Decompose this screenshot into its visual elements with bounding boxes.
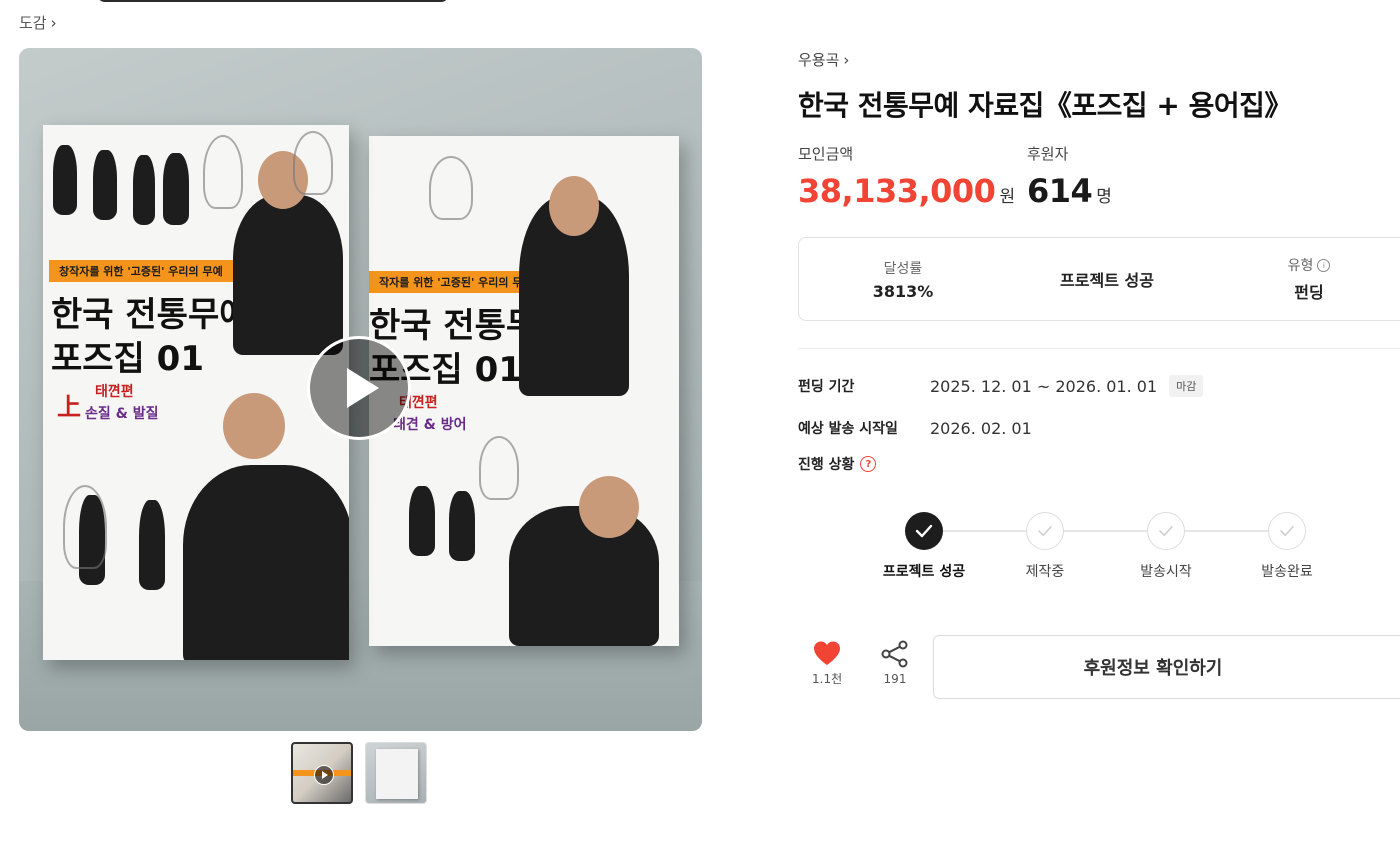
check-icon — [1280, 525, 1294, 537]
cover-title-line2: 포즈집 01 — [51, 339, 204, 379]
backers-label: 후원자 — [1027, 145, 1069, 163]
play-icon — [347, 368, 379, 408]
progress-track — [924, 530, 1286, 532]
book-spine — [369, 136, 679, 646]
chevron-right-icon: › — [843, 50, 850, 69]
product-media: 작자를 위한 '고증된' 우리의 무예 한국 전통무예 포즈집 01 태껸편 태… — [19, 48, 702, 731]
cover-photo-head — [223, 393, 285, 459]
rate-value: 3813% — [872, 281, 934, 301]
section-divider — [798, 348, 1400, 349]
chevron-right-icon: › — [50, 13, 57, 32]
type-label-row: 유형 i — [1288, 255, 1331, 275]
cover-photo-figure — [183, 465, 349, 660]
shipping-date-value: 2026. 02. 01 — [930, 418, 1032, 438]
play-icon — [314, 765, 334, 785]
funding-period-row: 펀딩 기간 2025. 12. 01 ~ 2026. 01. 01 마감 — [798, 375, 1204, 397]
cover-sketch — [63, 485, 107, 569]
project-status: 프로젝트 성공 — [1037, 238, 1177, 320]
creator-link[interactable]: 우용곡 › — [798, 49, 849, 70]
cover-photo-figure — [93, 150, 117, 220]
share-count: 191 — [883, 672, 907, 686]
progress-status-label: 진행 상황 — [798, 457, 855, 473]
backers-unit: 명 — [1096, 187, 1112, 207]
info-icon[interactable]: i — [1317, 258, 1331, 272]
thumbnail-cover — [376, 749, 418, 799]
check-icon — [915, 524, 933, 538]
cover-volume-sub2: 손질 & 발질 — [85, 406, 159, 422]
backers-value: 614 — [1027, 172, 1093, 210]
thumbnail-image[interactable] — [365, 742, 427, 804]
media-thumbnails — [291, 742, 427, 804]
share-button[interactable]: 191 — [880, 640, 910, 686]
video-play-button[interactable] — [307, 336, 411, 440]
cover-sketch — [293, 131, 333, 195]
rate-label: 달성률 — [883, 260, 923, 277]
like-count: 1.1천 — [812, 672, 843, 686]
cover-photo-figure — [133, 155, 155, 225]
step-label: 발송시작 — [1140, 564, 1192, 580]
cover-photo-figure — [163, 153, 189, 225]
cover-title: 한국 전통무예 포즈집 01 — [51, 293, 251, 381]
shipping-date-row: 예상 발송 시작일 2026. 02. 01 — [798, 418, 1032, 438]
step-shipping-started — [1147, 512, 1185, 550]
shipping-date-label: 예상 발송 시작일 — [798, 421, 898, 437]
closed-badge: 마감 — [1169, 375, 1204, 397]
creator-name[interactable]: 우용곡 — [798, 49, 839, 70]
backers-stat: 614 명 — [1027, 172, 1112, 210]
cover-photo-figure — [233, 195, 343, 355]
amount-label: 모인금액 — [798, 145, 854, 163]
step-label: 프로젝트 성공 — [882, 564, 966, 580]
top-overlay-bar — [97, 0, 449, 2]
cover-sketch — [203, 135, 243, 209]
type-label: 유형 — [1287, 258, 1314, 274]
funding-period-value: 2025. 12. 01 ~ 2026. 01. 01 — [930, 376, 1158, 396]
funding-period-label: 펀딩 기간 — [798, 379, 855, 395]
cover-photo-figure — [139, 500, 165, 590]
book-cover-front: 창작자를 위한 '고증된' 우리의 무예 한국 전통무예 포즈집 01 上 태껸… — [43, 125, 349, 660]
step-project-success — [905, 512, 943, 550]
cover-title-line1: 한국 전통무예 — [51, 295, 251, 335]
summary-box: 달성률 3813% 프로젝트 성공 유형 i 펀딩 — [798, 237, 1400, 321]
project-title: 한국 전통무예 자료집《포즈집 + 용어집》 — [798, 89, 1292, 122]
type-value: 펀딩 — [1294, 283, 1324, 302]
achievement-rate: 달성률 3813% — [843, 238, 963, 320]
cover-volume-sub1: 태껸편 — [95, 384, 134, 400]
book-cover-back: 작자를 위한 '고증된' 우리의 무예 한국 전통무예 포즈집 01 태껸편 태… — [369, 136, 679, 646]
amount-value: 38,133,000 — [798, 172, 996, 210]
heart-icon — [814, 641, 841, 665]
breadcrumb[interactable]: 도감 › — [19, 12, 57, 33]
step-shipping-complete — [1268, 512, 1306, 550]
step-label: 발송완료 — [1261, 564, 1313, 580]
help-icon[interactable]: ? — [860, 456, 877, 472]
cover-tagline: 창작자를 위한 '고증된' 우리의 무예 — [49, 260, 233, 282]
thumbnail-video[interactable] — [291, 742, 353, 804]
status-value: 프로젝트 성공 — [1060, 271, 1154, 290]
step-in-production — [1026, 512, 1064, 550]
like-button[interactable]: 1.1천 — [812, 640, 842, 687]
share-icon — [881, 640, 908, 668]
breadcrumb-label[interactable]: 도감 — [19, 12, 47, 33]
check-icon — [1159, 525, 1173, 537]
cover-photo-figure — [53, 145, 77, 215]
cover-volume-mark: 上 — [57, 393, 81, 421]
view-pledge-info-button[interactable]: 후원정보 확인하기 — [933, 635, 1400, 699]
step-label: 제작중 — [1025, 564, 1065, 580]
progress-status-row: 진행 상황 ? — [798, 454, 877, 474]
project-type: 유형 i 펀딩 — [1259, 238, 1359, 320]
check-icon — [1038, 525, 1052, 537]
amount-unit: 원 — [999, 187, 1016, 207]
amount-stat: 38,133,000 원 — [798, 172, 1015, 210]
